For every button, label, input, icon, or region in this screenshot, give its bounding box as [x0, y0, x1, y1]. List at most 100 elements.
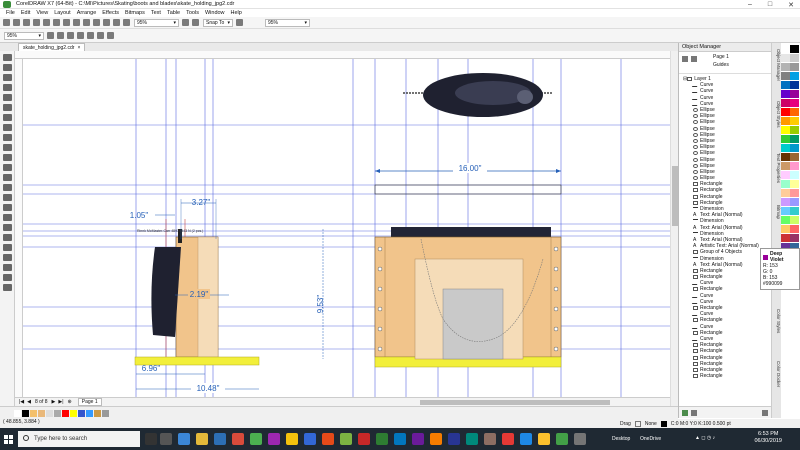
app-icon-1[interactable]	[232, 433, 244, 445]
palette-swatch[interactable]	[781, 216, 790, 224]
document-palette-swatch[interactable]	[62, 410, 69, 417]
palette-swatch[interactable]	[781, 207, 790, 215]
layer-options-icon[interactable]	[691, 56, 697, 62]
ellipse-tool-icon[interactable]	[3, 124, 12, 131]
paste-icon[interactable]	[63, 19, 70, 26]
app-icon-4[interactable]	[304, 433, 316, 445]
menu-layout[interactable]: Layout	[54, 10, 71, 16]
smart-fill-tool-icon[interactable]	[3, 214, 12, 221]
menu-tools[interactable]: Tools	[186, 10, 199, 16]
document-palette-swatch[interactable]	[102, 410, 109, 417]
taskbar-search-input[interactable]: Type here to search	[18, 431, 140, 447]
onedrive-label[interactable]: OneDrive	[640, 436, 661, 442]
document-palette-swatch[interactable]	[38, 410, 45, 417]
palette-swatch[interactable]	[781, 72, 790, 80]
palette-swatch[interactable]	[790, 99, 799, 107]
menu-text[interactable]: Text	[151, 10, 161, 16]
print-icon[interactable]	[33, 19, 40, 26]
palette-swatch[interactable]	[790, 81, 799, 89]
delete-icon[interactable]	[762, 410, 768, 416]
text-tool-icon[interactable]	[3, 144, 12, 151]
app-icon-16[interactable]	[574, 433, 586, 445]
palette-swatch[interactable]	[790, 162, 799, 170]
document-palette-swatch[interactable]	[46, 410, 53, 417]
app-icon-7[interactable]	[394, 433, 406, 445]
eraser-tool-icon[interactable]	[3, 274, 12, 281]
palette-swatch[interactable]	[790, 189, 799, 197]
app-icon-12[interactable]	[502, 433, 514, 445]
zoom-level-select-2[interactable]: 95% ▾	[265, 18, 310, 27]
side-tab-object-styles[interactable]: Object Styles	[773, 101, 781, 128]
skate-front-assembly[interactable]	[374, 227, 562, 368]
coreldraw-taskbar-icon[interactable]	[376, 433, 388, 445]
cut-icon[interactable]	[43, 19, 50, 26]
close-button[interactable]: ✕	[788, 1, 794, 9]
tab-skate-holding[interactable]: skate_holding_jpg2.cdr ×	[18, 43, 86, 51]
options-icon[interactable]	[236, 19, 243, 26]
palette-swatch[interactable]	[790, 198, 799, 206]
palette-swatch[interactable]	[790, 117, 799, 125]
new-layer-icon[interactable]	[682, 410, 688, 416]
drawing-canvas[interactable]: 16.00" 9.53" Rinnk McMaster-Carr 4897K44…	[23, 59, 670, 397]
property-zoom-select[interactable]: 95% ▾	[4, 31, 44, 40]
minimize-button[interactable]: –	[748, 1, 752, 9]
side-tab-color-docker[interactable]: Color Docker	[773, 361, 781, 387]
palette-swatch[interactable]	[790, 90, 799, 98]
palette-swatch[interactable]	[781, 162, 790, 170]
crop-tool-icon[interactable]	[3, 74, 12, 81]
zoom-selected-icon[interactable]	[67, 32, 74, 39]
palette-swatch[interactable]	[790, 144, 799, 152]
drop-shadow-tool-icon[interactable]	[3, 174, 12, 181]
app-icon-6[interactable]	[340, 433, 352, 445]
palette-swatch[interactable]	[790, 135, 799, 143]
app-icon-2[interactable]	[250, 433, 262, 445]
object-row[interactable]: Rectangle	[679, 373, 772, 379]
dimension-6-96[interactable]: 6.96"	[136, 364, 205, 375]
windows-start-icon[interactable]	[4, 435, 13, 444]
app-icon-9[interactable]	[448, 433, 460, 445]
palette-swatch[interactable]	[790, 45, 799, 53]
palette-swatch[interactable]	[790, 225, 799, 233]
pick-tool-icon[interactable]	[3, 54, 12, 61]
palette-swatch[interactable]	[781, 54, 790, 62]
outline-pen-tool-icon[interactable]	[3, 224, 12, 231]
illustrator-icon[interactable]	[430, 433, 442, 445]
undo-icon[interactable]	[73, 19, 80, 26]
shape-tool-icon[interactable]	[3, 64, 12, 71]
side-tab-object-manager[interactable]: Object Manager	[773, 49, 781, 81]
app-icon-14[interactable]	[538, 433, 550, 445]
add-page-icon[interactable]: ⊕	[68, 399, 72, 405]
table-tool-icon[interactable]	[3, 284, 12, 291]
freehand-tool-icon[interactable]	[3, 94, 12, 101]
copy-icon[interactable]	[53, 19, 60, 26]
show-rulers-icon[interactable]	[192, 19, 199, 26]
new-master-layer-icon[interactable]	[691, 410, 697, 416]
last-page-icon[interactable]: ▶|	[58, 399, 63, 405]
interactive-fill-tool-icon[interactable]	[3, 204, 12, 211]
palette-swatch[interactable]	[781, 108, 790, 116]
palette-swatch[interactable]	[790, 72, 799, 80]
system-tray[interactable]: ▲ ◻ ◷ ♪	[695, 435, 715, 441]
zoom-all-icon[interactable]	[77, 32, 84, 39]
mesh-fill-tool-icon[interactable]	[3, 254, 12, 261]
app-icon-15[interactable]	[556, 433, 568, 445]
taskbar-clock[interactable]: 6:53 PM 06/30/2019	[754, 431, 782, 445]
polygon-tool-icon[interactable]	[3, 134, 12, 141]
menu-table[interactable]: Table	[167, 10, 180, 16]
side-tab-text-properties[interactable]: Text Properties	[773, 153, 781, 183]
app-icon-11[interactable]	[484, 433, 496, 445]
palette-swatch[interactable]	[781, 135, 790, 143]
palette-swatch[interactable]	[790, 54, 799, 62]
dimension-10-48[interactable]: 10.48"	[136, 383, 259, 393]
side-tab-bitmap[interactable]: Bitmap	[773, 205, 781, 219]
edge-icon[interactable]	[178, 433, 190, 445]
menu-arrange[interactable]: Arrange	[77, 10, 97, 16]
new-icon[interactable]	[3, 19, 10, 26]
rectangle-tool-icon[interactable]	[3, 114, 12, 121]
palette-swatch[interactable]	[781, 117, 790, 125]
app-icon-3[interactable]	[268, 433, 280, 445]
menu-window[interactable]: Window	[205, 10, 225, 16]
palette-swatch[interactable]	[781, 90, 790, 98]
save-icon[interactable]	[23, 19, 30, 26]
palette-swatch[interactable]	[781, 171, 790, 179]
